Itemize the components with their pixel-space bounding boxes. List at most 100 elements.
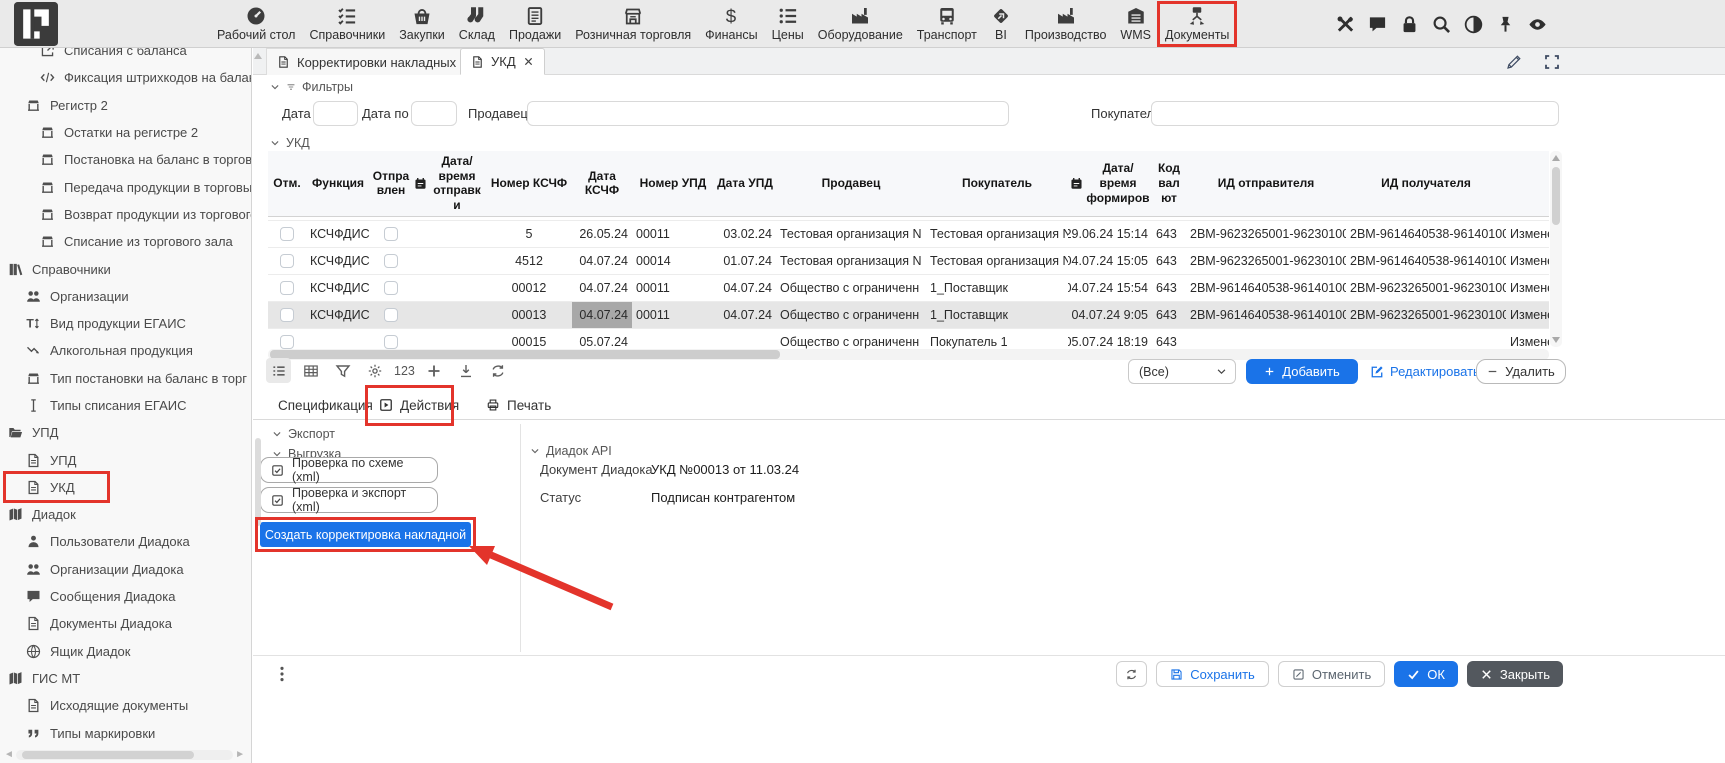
module-purchases[interactable]: Закупки — [394, 4, 450, 44]
scrollbar-thumb[interactable] — [22, 751, 194, 759]
sidebar-item-19[interactable]: Организации Диадока — [0, 556, 251, 583]
module-equipment[interactable]: Оборудование — [813, 4, 908, 44]
filter-button[interactable] — [330, 358, 355, 383]
create-correction-button[interactable]: Создать корректировка накладной — [260, 522, 471, 547]
date-from-input[interactable] — [313, 101, 358, 126]
scroll-right-icon[interactable]: ► — [235, 749, 245, 761]
module-retail[interactable]: Розничная торговля — [570, 4, 696, 44]
column-header-date_kschf[interactable]: Дата КСЧФ — [572, 151, 632, 216]
diadoc-api-section-header[interactable]: Диадок API — [530, 444, 612, 458]
pin-icon[interactable] — [1496, 15, 1515, 34]
buyer-input[interactable] — [1151, 101, 1559, 126]
column-header-num_kschf[interactable]: Номер КСЧФ — [486, 151, 572, 216]
sidebar-item-22[interactable]: Ящик Диадок — [0, 638, 251, 665]
sidebar-item-6[interactable]: Возврат продукции из торгового — [0, 201, 251, 228]
sidebar-item-16[interactable]: УКД — [0, 474, 251, 501]
grid-section-header[interactable]: УКД — [270, 136, 310, 150]
sidebar-item-21[interactable]: Документы Диадока — [0, 610, 251, 637]
checkbox-otm[interactable] — [280, 335, 294, 349]
function-filter-select[interactable]: (Все) — [1128, 359, 1236, 384]
filters-section-header[interactable]: Фильтры — [270, 80, 353, 94]
column-header-currency[interactable]: Код валют — [1152, 151, 1186, 216]
sidebar-item-18[interactable]: Пользователи Диадока — [0, 528, 251, 555]
module-transport[interactable]: Транспорт — [912, 4, 982, 44]
column-header-seller[interactable]: Продавец — [776, 151, 926, 216]
column-header-sent_dt[interactable]: Дата/ время отправки — [412, 151, 486, 216]
tab-inactive-0[interactable]: Корректировки накладных — [266, 48, 485, 75]
sidebar-item-20[interactable]: Сообщения Диадока — [0, 583, 251, 610]
checkbox-otm[interactable] — [280, 227, 294, 241]
sidebar-item-9[interactable]: Организации — [0, 283, 251, 310]
checkbox-otm[interactable] — [280, 254, 294, 268]
sidebar-item-13[interactable]: Типы списания ЕГАИС — [0, 392, 251, 419]
module-prices[interactable]: Цены — [767, 4, 809, 44]
chat-icon[interactable] — [1368, 15, 1387, 34]
panel-splitter[interactable] — [253, 48, 264, 763]
scroll-down-icon[interactable] — [1552, 337, 1560, 343]
sidebar-item-25[interactable]: Типы маркировки — [0, 719, 251, 746]
column-header-func[interactable]: Функция — [306, 151, 370, 216]
column-header-sender_id[interactable]: ИД отправителя — [1186, 151, 1346, 216]
settings-button[interactable] — [362, 358, 387, 383]
table-row-1[interactable]: КСЧФДИС451204.07.240001401.07.24Тестовая… — [268, 248, 1549, 275]
footer-menu-icon[interactable] — [273, 664, 291, 684]
module-references[interactable]: Справочники — [304, 4, 390, 44]
column-header-receiver_id[interactable]: ИД получателя — [1346, 151, 1506, 216]
eye-icon[interactable] — [1528, 15, 1547, 34]
close-icon[interactable] — [523, 56, 534, 67]
checkbox-sent[interactable] — [384, 254, 398, 268]
table-row-0[interactable]: КСЧФДИС526.05.240001103.02.24Тестовая ор… — [268, 221, 1549, 248]
module-warehouse[interactable]: Склад — [454, 4, 500, 44]
table-view-button[interactable] — [298, 358, 323, 383]
checkbox-sent[interactable] — [384, 308, 398, 322]
module-production[interactable]: Производство — [1020, 4, 1112, 44]
save-button[interactable]: Сохранить — [1156, 661, 1269, 687]
checkbox-otm[interactable] — [280, 308, 294, 322]
scrollbar-thumb[interactable] — [1552, 167, 1560, 225]
action-button-1[interactable]: Проверка и экспорт (xml) — [260, 487, 438, 513]
export-section-header[interactable]: Экспорт — [272, 427, 335, 441]
column-header-num_upd[interactable]: Номер УПД — [632, 151, 714, 216]
detail-tab-actions[interactable]: Действия — [379, 392, 459, 418]
sidebar-item-2[interactable]: Регистр 2 — [0, 92, 251, 119]
search-icon[interactable] — [1432, 15, 1451, 34]
sidebar-item-3[interactable]: Остатки на регистре 2 — [0, 119, 251, 146]
sidebar-item-0[interactable]: Списания с баланса — [0, 48, 251, 64]
contrast-icon[interactable] — [1464, 15, 1483, 34]
sidebar-item-14[interactable]: УПД — [0, 419, 251, 446]
column-header-formed[interactable]: Дата/ время формиров — [1068, 151, 1152, 216]
refresh-button[interactable] — [486, 358, 511, 383]
sidebar-item-23[interactable]: ГИС МТ — [0, 665, 251, 692]
lock-icon[interactable] — [1400, 15, 1419, 34]
download-button[interactable] — [454, 358, 479, 383]
sidebar-item-12[interactable]: Тип постановки на баланс в торг — [0, 365, 251, 392]
ok-button[interactable]: ОК — [1394, 661, 1458, 687]
delete-button[interactable]: Удалить — [1476, 359, 1566, 384]
module-bi[interactable]: BI — [986, 4, 1016, 44]
add-column-button[interactable] — [422, 358, 447, 383]
table-row-2[interactable]: КСЧФДИС0001204.07.240001104.07.24Обществ… — [268, 275, 1549, 302]
date-to-input[interactable] — [411, 101, 457, 126]
sidebar-item-1[interactable]: Фиксация штрихкодов на баланс — [0, 64, 251, 91]
column-header-otm[interactable]: Отм. — [268, 151, 306, 216]
edit-button[interactable]: Редактировать — [1370, 359, 1480, 384]
table-row-3[interactable]: КСЧФДИС0001304.07.240001104.07.24Обществ… — [268, 302, 1549, 329]
sidebar-horizontal-scrollbar[interactable]: ◄ ► — [4, 749, 245, 761]
list-view-button[interactable] — [266, 358, 291, 383]
tab-active-1[interactable]: УКД — [460, 48, 545, 75]
column-header-sent[interactable]: Отправлен — [370, 151, 412, 216]
sidebar-item-4[interactable]: Постановка на баланс в торговом — [0, 146, 251, 173]
edit-icon[interactable] — [1506, 54, 1522, 70]
module-desktop[interactable]: Рабочий стол — [212, 4, 300, 44]
scroll-up-icon[interactable] — [1552, 155, 1560, 161]
sidebar-item-24[interactable]: Исходящие документы — [0, 692, 251, 719]
module-documents[interactable]: Документы — [1160, 4, 1234, 44]
add-button[interactable]: Добавить — [1246, 359, 1358, 384]
checkbox-sent[interactable] — [384, 335, 398, 349]
module-wms[interactable]: WMS — [1115, 4, 1156, 44]
checkbox-otm[interactable] — [280, 281, 294, 295]
sidebar-item-7[interactable]: Списание из торгового зала — [0, 228, 251, 255]
detail-tab-print[interactable]: Печать — [486, 392, 551, 418]
sidebar-item-11[interactable]: Алкогольная продукция — [0, 337, 251, 364]
module-sales[interactable]: Продажи — [504, 4, 566, 44]
